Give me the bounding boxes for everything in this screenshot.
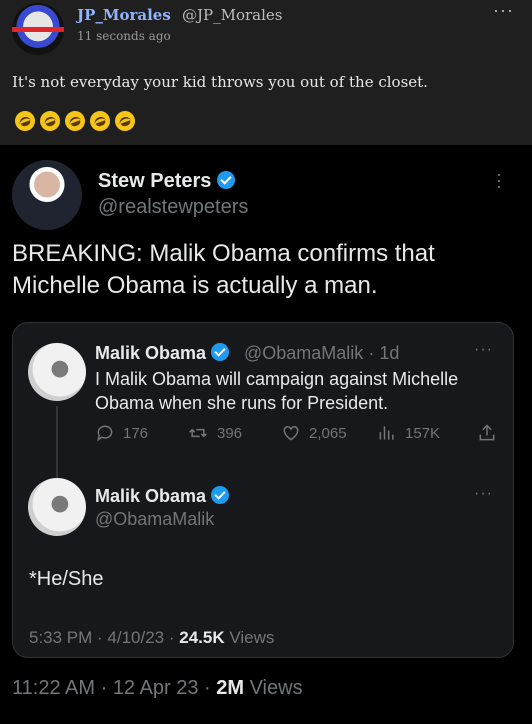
views-button[interactable]: 157K [377, 423, 440, 443]
quoted-handle-line: @ObamaMalik · 1d [244, 343, 399, 364]
quoted-thread-card[interactable]: Malik Obama @ObamaMalik · 1d ··· I Malik… [12, 322, 514, 658]
reply-text: *He/She [29, 568, 104, 590]
tweet-more-icon[interactable]: ··· [489, 172, 510, 190]
outer-display-name[interactable]: JP_Morales [77, 6, 171, 24]
reply-views-label: Views [229, 628, 275, 647]
tweet-views-count: 2M [216, 677, 245, 699]
verified-badge-icon [216, 171, 235, 189]
separator-dot: · [363, 343, 380, 363]
views-count: 157K [405, 424, 441, 442]
reply-date[interactable]: 4/10/23 [107, 628, 164, 647]
tweet-author-name-text: Stew Peters [98, 170, 212, 192]
verified-badge-icon [211, 486, 230, 504]
reply-count: 176 [123, 424, 149, 442]
outer-post-text: It's not everyday your kid throws you ou… [12, 73, 428, 91]
retweet-icon [189, 428, 207, 438]
emoji-row [12, 108, 138, 134]
quoted-avatar[interactable] [28, 343, 86, 401]
tweet-views-label: Views [249, 677, 303, 699]
quoted-text: I Malik Obama will campaign against Mich… [95, 369, 459, 413]
reply-meta: 5:33 PM · 4/10/23 · 24.5K Views [29, 628, 275, 647]
tweet-date[interactable]: 12 Apr 23 [113, 677, 199, 699]
reply-author-name-text: Malik Obama [95, 486, 207, 506]
quoted-author-name[interactable]: Malik Obama [95, 343, 230, 364]
views-chart-icon [379, 426, 394, 440]
quoted-age[interactable]: 1d [379, 343, 399, 363]
share-icon [479, 424, 495, 441]
reply-icon [97, 425, 113, 442]
rofl-emoji-icon [37, 108, 63, 134]
retweet-button[interactable]: 396 [187, 423, 242, 443]
reply-time[interactable]: 5:33 PM [29, 628, 92, 647]
rofl-emoji-icon [12, 108, 38, 134]
outer-post: JP_Morales @JP_Morales 11 seconds ago ··… [0, 0, 532, 145]
retweet-count: 396 [217, 424, 243, 442]
quoted-handle[interactable]: @ObamaMalik [244, 343, 363, 363]
reply-handle[interactable]: @ObamaMalik [95, 509, 214, 530]
outer-timestamp[interactable]: 11 seconds ago [77, 29, 171, 43]
action-bar: 176 396 2,065 157K [95, 423, 505, 447]
reply-button[interactable]: 176 [95, 423, 148, 443]
tweet-author-name[interactable]: Stew Peters [98, 170, 235, 193]
share-button[interactable] [477, 423, 497, 443]
outer-avatar[interactable] [12, 3, 64, 55]
tweet-avatar[interactable] [12, 160, 82, 230]
reply-author-name[interactable]: Malik Obama [95, 486, 230, 507]
tweet-author-handle[interactable]: @realstewpeters [98, 196, 248, 219]
reply-views-count: 24.5K [179, 628, 225, 647]
more-options-icon[interactable]: ··· [493, 0, 514, 21]
rofl-emoji-icon [112, 108, 138, 134]
like-button[interactable]: 2,065 [281, 423, 347, 443]
heart-icon [283, 425, 299, 441]
rofl-emoji-icon [62, 108, 88, 134]
verified-badge-icon [211, 343, 230, 361]
tweet-text: BREAKING: Malik Obama confirms that Mich… [12, 240, 435, 299]
thread-connector-line [56, 406, 58, 486]
tweet-time[interactable]: 11:22 AM [12, 677, 95, 699]
tweet-meta: 11:22 AM · 12 Apr 23 · 2M Views [12, 677, 303, 699]
rofl-emoji-icon [87, 108, 113, 134]
reply-more-icon[interactable]: ··· [474, 485, 493, 503]
like-count: 2,065 [309, 424, 347, 442]
quoted-author-name-text: Malik Obama [95, 343, 207, 363]
quoted-more-icon[interactable]: ··· [474, 341, 493, 359]
outer-handle[interactable]: @JP_Morales [182, 6, 282, 24]
reply-avatar[interactable] [28, 478, 86, 536]
